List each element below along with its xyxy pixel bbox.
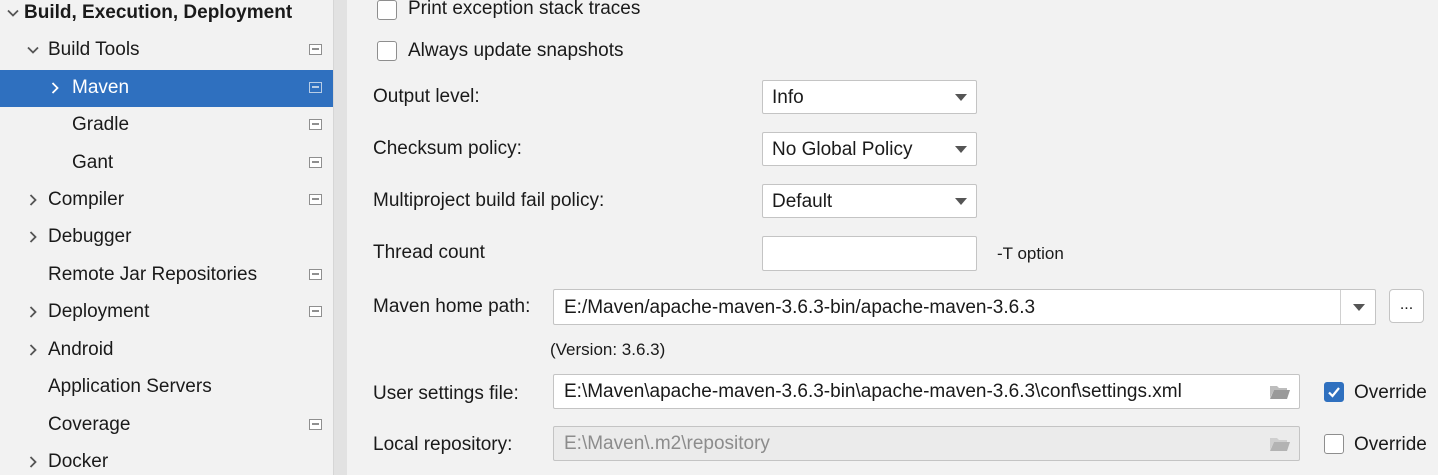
tree-item-label: Android [48,339,114,360]
multiproject-policy-label: Multiproject build fail policy: [373,190,605,211]
maven-home-select[interactable]: E:/Maven/apache-maven-3.6.3-bin/apache-m… [553,289,1376,325]
checksum-policy-select[interactable]: No Global Policy [762,132,977,166]
chevron-right-icon[interactable] [24,303,42,321]
maven-home-label: Maven home path: [373,296,531,317]
dropdown-arrow-icon [1353,304,1365,311]
project-level-icon [309,44,322,55]
local-repository-value: E:\Maven\.m2\repository [564,433,770,454]
tree-item-label: Gradle [72,114,130,135]
tree-item-label: Build, Execution, Deployment [24,2,293,23]
output-level-label: Output level: [373,86,480,107]
local-repository-input[interactable]: E:\Maven\.m2\repository [553,426,1300,461]
user-settings-label: User settings file: [373,383,519,404]
tree-item-build-execution-deployment[interactable]: Build, Execution, Deployment [0,0,333,32]
tree-item-gant[interactable]: Gant [0,145,333,182]
project-level-icon [309,119,322,130]
project-level-icon [309,82,322,93]
multiproject-policy-select[interactable]: Default [762,184,977,218]
chevron-right-icon[interactable] [24,453,42,471]
maven-settings-panel: Print exception stack traces Always upda… [347,0,1438,475]
dropdown-arrow-icon [955,146,967,153]
tree-item-coverage[interactable]: Coverage [0,407,333,444]
chevron-right-icon[interactable] [24,341,42,359]
checksum-policy-value: No Global Policy [772,139,913,160]
tree-item-debugger[interactable]: Debugger [0,219,333,256]
thread-count-input[interactable] [762,236,977,271]
maven-home-value: E:/Maven/apache-maven-3.6.3-bin/apache-m… [564,297,1036,318]
tree-item-application-servers[interactable]: Application Servers [0,369,333,406]
tree-item-label: Docker [48,451,109,472]
tree-item-maven[interactable]: Maven [0,70,333,107]
tree-item-label: Remote Jar Repositories [48,264,258,285]
splitter[interactable] [333,0,347,475]
tree-item-build-tools[interactable]: Build Tools [0,32,333,69]
maven-version-label: (Version: 3.6.3) [550,340,666,359]
always-update-checkbox[interactable] [377,41,397,61]
folder-icon[interactable] [1269,436,1291,452]
chevron-right-icon[interactable] [24,228,42,246]
thread-count-label: Thread count [373,242,485,263]
dropdown-arrow-icon [955,94,967,101]
local-repository-override-label: Override [1354,434,1427,455]
tree-item-label: Coverage [48,414,131,435]
print-exception-checkbox[interactable] [377,0,397,20]
always-update-label: Always update snapshots [408,40,624,61]
chevron-right-icon[interactable] [46,79,64,97]
tree-item-label: Gant [72,152,114,173]
browse-maven-home-button[interactable]: ... [1389,289,1424,323]
output-level-value: Info [772,87,804,108]
local-repository-label: Local repository: [373,434,513,455]
project-level-icon [309,419,322,430]
user-settings-override-checkbox[interactable] [1324,382,1344,402]
user-settings-value: E:\Maven\apache-maven-3.6.3-bin\apache-m… [564,381,1182,402]
checksum-policy-label: Checksum policy: [373,138,522,159]
dropdown-arrow-icon [955,198,967,205]
tree-item-compiler[interactable]: Compiler [0,182,333,219]
project-level-icon [309,306,322,317]
settings-tree: Build, Execution, Deployment Build Tools… [0,0,333,475]
print-exception-label: Print exception stack traces [408,0,641,19]
tree-item-label: Application Servers [48,376,212,397]
chevron-down-icon[interactable] [4,4,22,22]
tree-item-android[interactable]: Android [0,332,333,369]
tree-item-label: Build Tools [48,39,140,60]
user-settings-override-label: Override [1354,382,1427,403]
tree-item-label: Debugger [48,226,132,247]
tree-item-docker[interactable]: Docker [0,444,333,475]
project-level-icon [309,157,322,168]
tree-item-label: Compiler [48,189,125,210]
local-repository-override-checkbox[interactable] [1324,434,1344,454]
tree-item-remote-jar-repositories[interactable]: Remote Jar Repositories [0,257,333,294]
chevron-down-icon[interactable] [24,41,42,59]
user-settings-input[interactable]: E:\Maven\apache-maven-3.6.3-bin\apache-m… [553,374,1300,409]
folder-icon[interactable] [1269,384,1291,400]
chevron-right-icon[interactable] [24,191,42,209]
project-level-icon [309,269,322,280]
tree-item-gradle[interactable]: Gradle [0,107,333,144]
tree-item-deployment[interactable]: Deployment [0,294,333,331]
project-level-icon [309,194,322,205]
multiproject-policy-value: Default [772,191,833,212]
tree-item-label: Deployment [48,301,150,322]
output-level-select[interactable]: Info [762,80,977,114]
thread-count-hint: -T option [997,244,1064,263]
tree-item-label: Maven [72,77,130,98]
